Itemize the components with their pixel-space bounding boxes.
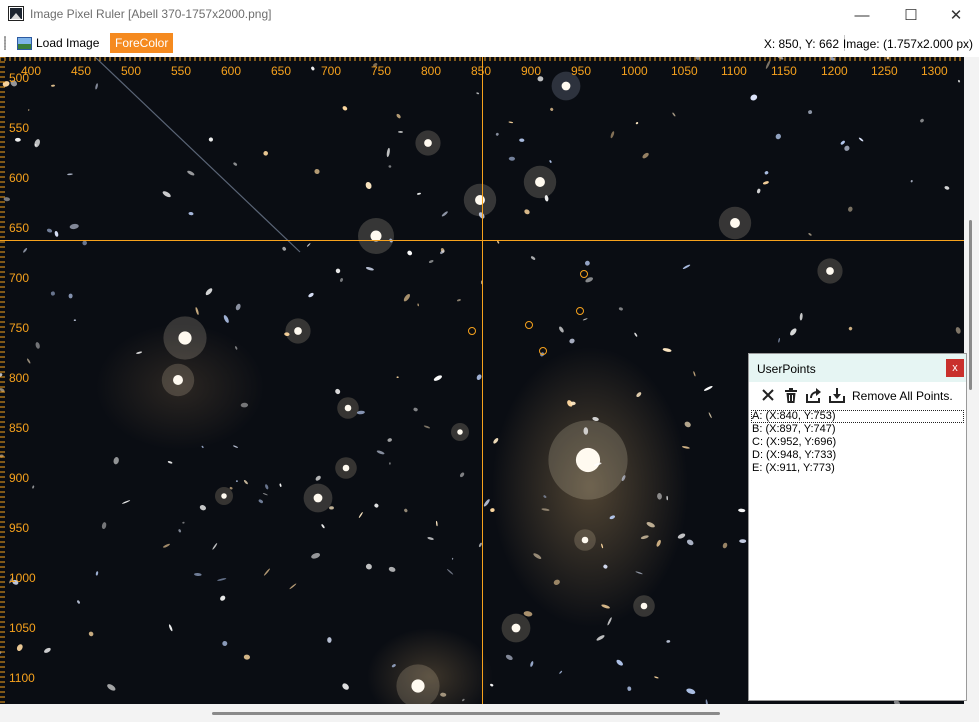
panel-title: UserPoints [757,362,816,376]
ruler-left-label: 500 [9,71,30,85]
ruler-left-label: 550 [9,121,30,135]
list-item[interactable]: E: (X:911, Y:773) [751,462,964,475]
ruler-top-label: 1150 [771,64,797,78]
toolbar-grip-icon[interactable] [4,36,6,50]
userpoint-marker[interactable] [580,270,588,278]
minimize-icon: — [854,6,870,24]
app-image-icon [8,6,24,21]
image-size-label: Image: (1.757x2.000 px) [842,37,973,51]
ruler-top-label: 650 [271,64,292,78]
forecolor-button[interactable]: ForeColor [110,33,174,53]
ruler-left-label: 1050 [9,621,36,635]
window-title: Image Pixel Ruler [Abell 370-1757x2000.p… [30,7,272,21]
maximize-icon: ☐ [904,7,918,24]
ruler-left-label: 800 [9,371,30,385]
ruler-left-label: 850 [9,421,30,435]
crosshair-vertical-line [482,57,483,704]
minimize-button[interactable]: — [839,0,885,30]
picture-icon [17,36,32,50]
horizontal-scroll-thumb[interactable] [212,712,720,715]
ruler-left-label: 950 [9,521,30,535]
ruler-top-label: 900 [521,64,542,78]
remove-all-points-button[interactable]: Remove All Points. [852,389,953,403]
export-icon [806,387,821,403]
ruler-top-label: 450 [71,64,92,78]
userpoints-panel: UserPoints x Remove All Points. A: (X:84… [748,353,967,701]
crosshair-horizontal-line [0,240,964,241]
ruler-left-label: 650 [9,221,30,235]
delete-point-button[interactable] [759,386,777,404]
ruler-left-label: 1000 [9,571,36,585]
ruler-left-label: 1100 [9,671,35,685]
load-image-button[interactable]: Load Image [14,33,102,53]
ruler-left-label: 700 [9,271,30,285]
ruler-top-label: 1250 [871,64,898,78]
ruler-top-label: 600 [221,64,242,78]
ruler-left-label: 600 [9,171,30,185]
ruler-top-label: 950 [571,64,592,78]
panel-toolbar: Remove All Points. [749,382,966,408]
ruler-left-label: 750 [9,321,30,335]
ruler-top-label: 1200 [821,64,848,78]
ruler-top-label: 1300 [921,64,948,78]
list-item[interactable]: D: (X:948, Y:733) [751,449,964,462]
ruler-top-label: 1000 [621,64,648,78]
ruler-top-label: 1100 [721,64,747,78]
points-list[interactable]: A: (X:840, Y:753) B: (X:897, Y:747) C: (… [751,410,964,696]
ruler-left-label: 900 [9,471,30,485]
export-points-button[interactable] [805,386,823,404]
title-bar: Image Pixel Ruler [Abell 370-1757x2000.p… [0,0,979,30]
import-points-button[interactable] [828,386,846,404]
maximize-button[interactable]: ☐ [888,0,934,30]
ruler-left: 500 550 600 650 700 750 800 850 900 950 1000 1050 11… [0,57,36,704]
userpoint-marker[interactable] [539,347,547,355]
userpoint-marker[interactable] [525,321,533,329]
userpoint-marker[interactable] [576,307,584,315]
ruler-top-label: 700 [321,64,342,78]
download-icon [829,387,845,403]
trash-icon [785,387,797,403]
ruler-top-label: 800 [421,64,442,78]
list-item[interactable]: A: (X:840, Y:753) [751,410,964,423]
panel-close-button[interactable]: x [946,359,964,377]
ruler-top-label: 550 [171,64,192,78]
vertical-scroll-thumb[interactable] [969,220,972,390]
clear-points-button[interactable] [782,386,800,404]
userpoint-marker[interactable] [468,327,476,335]
close-icon: ✕ [949,7,963,24]
ruler-top-label: 500 [121,64,142,78]
ruler-top-label: 750 [371,64,392,78]
list-item[interactable]: B: (X:897, Y:747) [751,423,964,436]
ruler-top-label: 1050 [671,64,698,78]
list-item[interactable]: C: (X:952, Y:696) [751,436,964,449]
x-icon [762,389,774,401]
main-toolbar: Load Image ForeColor X: 850, Y: 662 Imag… [0,30,979,56]
panel-title-bar[interactable]: UserPoints x [749,354,966,382]
load-image-label: Load Image [36,36,100,50]
close-button[interactable]: ✕ [933,0,979,30]
cursor-coordinates: X: 850, Y: 662 [763,37,839,51]
